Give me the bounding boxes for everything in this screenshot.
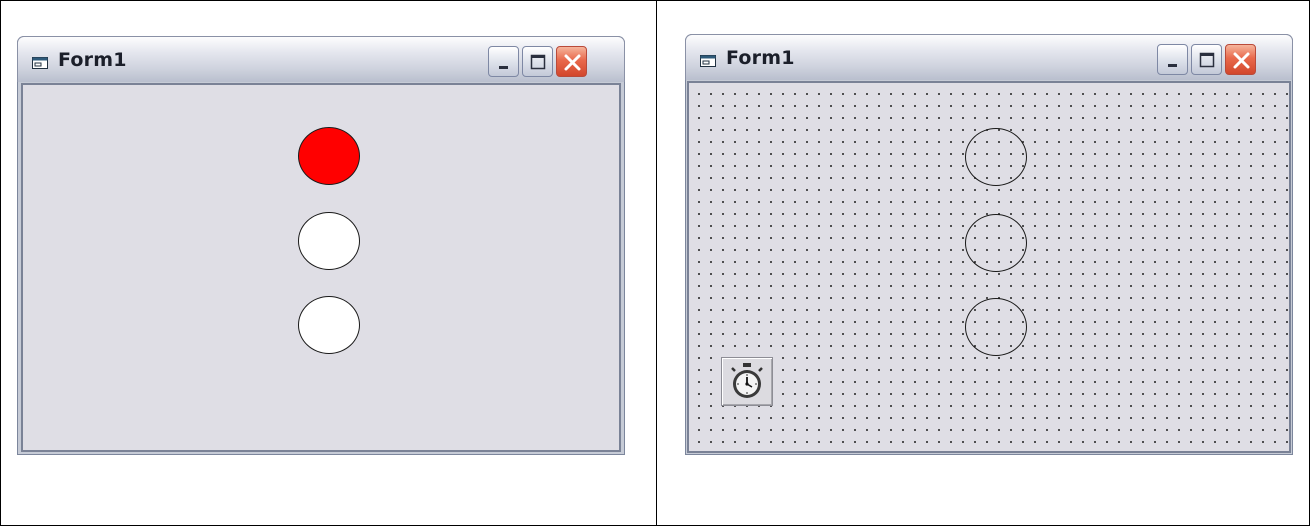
close-button[interactable]: [556, 46, 587, 77]
form-icon: [700, 52, 716, 67]
maximize-icon: [1199, 52, 1215, 68]
window-title: Form1: [58, 49, 127, 71]
minimize-icon: [499, 66, 508, 69]
minimize-button[interactable]: [1157, 44, 1188, 75]
right-cell: Form1: [656, 0, 1310, 526]
minimize-button[interactable]: [488, 46, 519, 77]
form-client-area[interactable]: [21, 83, 621, 452]
middle-lamp-outline[interactable]: [965, 214, 1027, 272]
form-window-runtime[interactable]: Form1: [17, 36, 625, 455]
bottom-lamp-outline[interactable]: [965, 298, 1027, 356]
form-icon: [32, 54, 48, 69]
close-icon: [1233, 52, 1250, 69]
close-icon: [564, 54, 581, 71]
maximize-button[interactable]: [522, 46, 553, 77]
maximize-button[interactable]: [1191, 44, 1222, 75]
title-bar[interactable]: Form1: [685, 34, 1293, 80]
maximize-icon: [530, 54, 546, 70]
bottom-lamp: [298, 296, 360, 354]
left-cell: Form1: [0, 0, 657, 526]
window-title: Form1: [726, 47, 795, 69]
timer-control[interactable]: [721, 357, 773, 406]
middle-lamp: [298, 212, 360, 270]
stopwatch-icon: [731, 363, 763, 398]
title-bar[interactable]: Form1: [17, 36, 625, 82]
form-window-design[interactable]: Form1: [685, 34, 1293, 455]
top-lamp-outline[interactable]: [965, 128, 1027, 186]
close-button[interactable]: [1225, 44, 1256, 75]
top-lamp: [298, 127, 360, 185]
form-design-surface[interactable]: [687, 81, 1291, 453]
minimize-icon: [1168, 64, 1177, 67]
